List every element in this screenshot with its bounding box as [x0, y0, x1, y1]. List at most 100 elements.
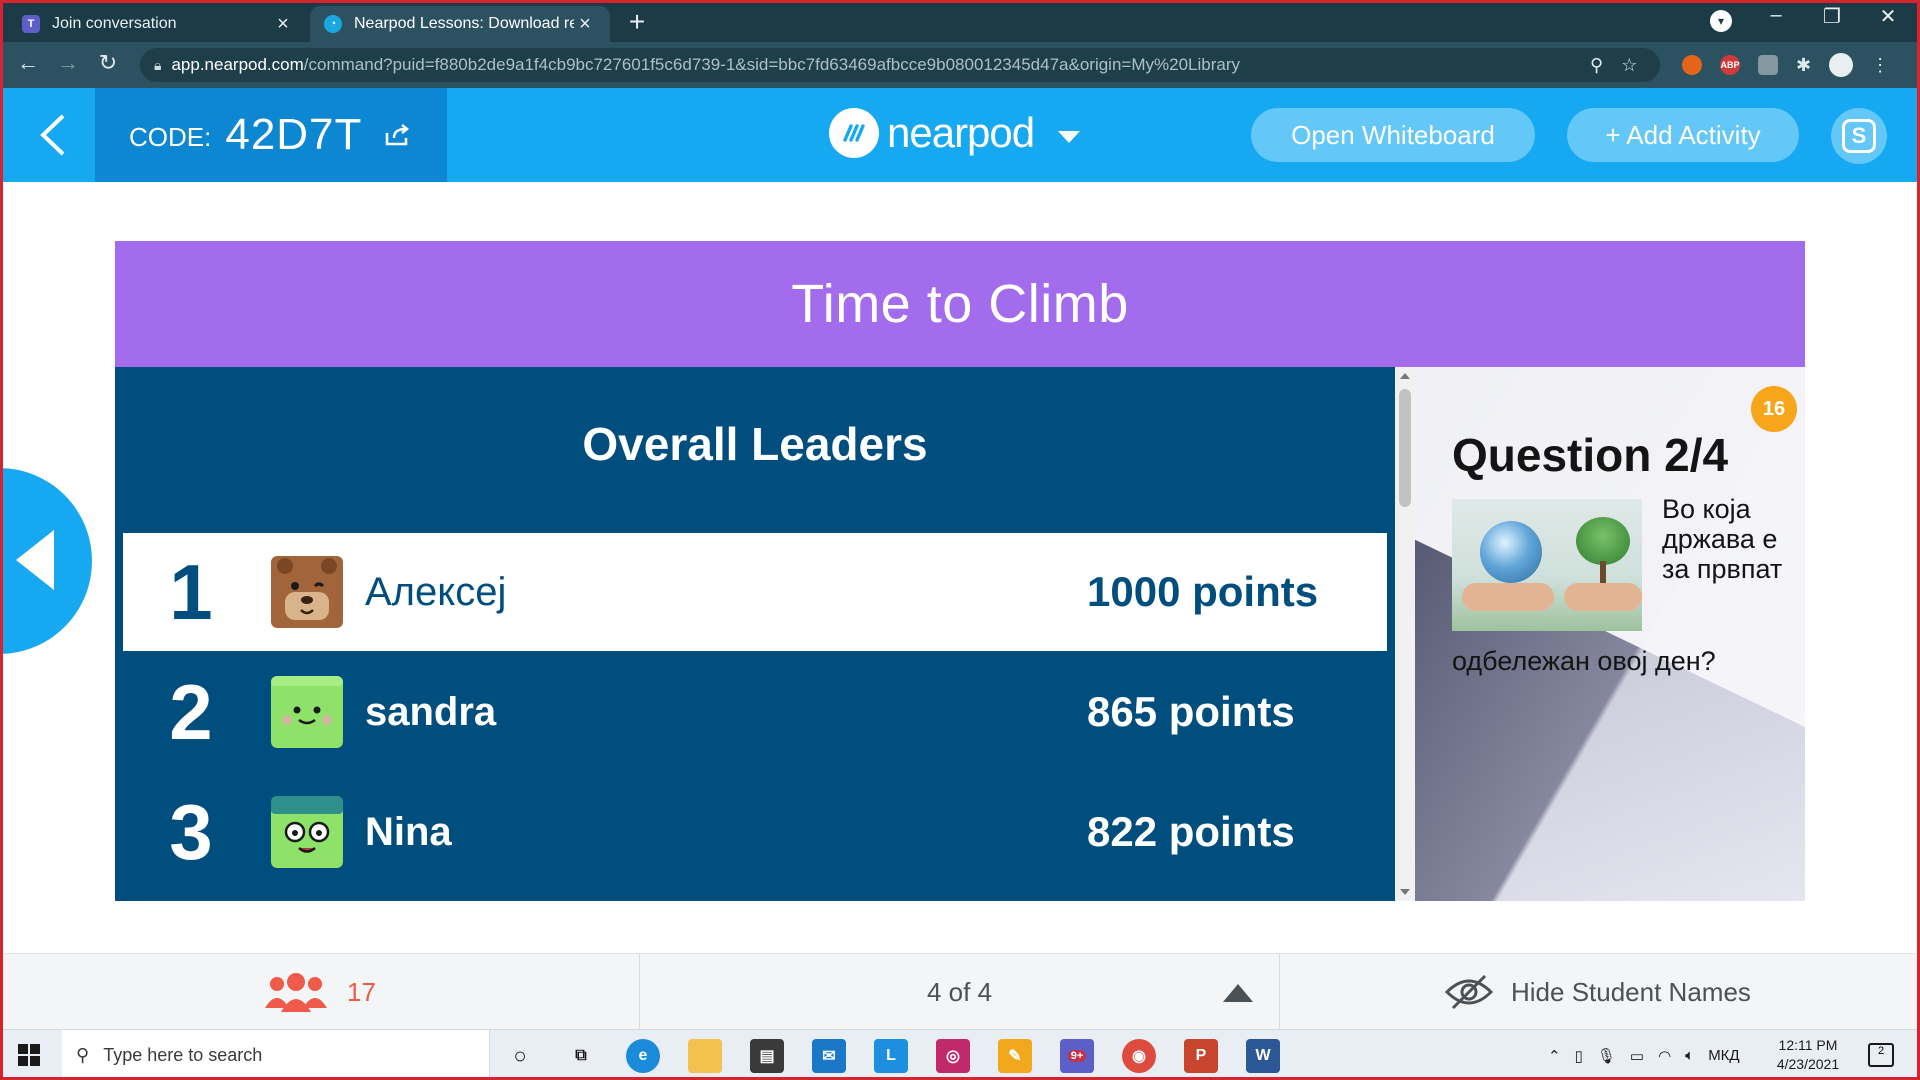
- device-icon[interactable]: ▯: [1575, 1047, 1583, 1065]
- cortana-icon[interactable]: ○: [503, 1039, 537, 1073]
- chevron-down-icon[interactable]: [1058, 131, 1081, 143]
- extensions-puzzle-icon[interactable]: ✱: [1796, 55, 1811, 76]
- tab-search-icon[interactable]: ▾: [1710, 10, 1732, 32]
- address-bar-row: ← → ↻ 🔒︎ app.nearpod.com /command?puid=f…: [0, 42, 1920, 88]
- lock-icon: 🔒︎: [154, 56, 162, 73]
- paint-app-icon[interactable]: ✎: [998, 1039, 1032, 1073]
- zoom-icon[interactable]: ⚲: [1590, 55, 1603, 76]
- hide-student-names-button[interactable]: Hide Student Names: [1445, 954, 1751, 1030]
- menu-kebab-icon[interactable]: ⋮: [1871, 55, 1889, 76]
- chevron-up-icon[interactable]: ⌃: [1548, 1047, 1561, 1065]
- word-icon[interactable]: W: [1246, 1039, 1280, 1080]
- maximize-button[interactable]: ❐: [1812, 4, 1852, 29]
- close-window-button[interactable]: ✕: [1868, 4, 1908, 29]
- nearpod-logo-icon: [829, 108, 879, 158]
- code-value: 42D7T: [225, 110, 363, 159]
- url-field[interactable]: 🔒︎ app.nearpod.com /command?puid=f880b2d…: [140, 48, 1660, 82]
- windows-start-icon[interactable]: [18, 1044, 40, 1066]
- student-count: 17: [347, 976, 376, 1007]
- adblock-icon[interactable]: ABP: [1720, 55, 1740, 75]
- bookmark-star-icon[interactable]: ☆: [1621, 55, 1637, 76]
- mail-icon[interactable]: ✉: [812, 1039, 846, 1073]
- tab-join-conversation[interactable]: T Join conversation ×: [8, 6, 308, 42]
- powerpoint-icon[interactable]: P: [1184, 1039, 1218, 1080]
- code-label: CODE:: [129, 121, 212, 152]
- tab-title: Nearpod Lessons: Download rea: [354, 15, 574, 32]
- clock-time: 12:11 PM: [1778, 1037, 1838, 1053]
- nearpod-logo[interactable]: nearpod: [829, 108, 1081, 158]
- back-arrow-icon[interactable]: ←: [14, 50, 42, 76]
- play-left-icon: [16, 530, 54, 590]
- leader-points: 865 points: [1087, 688, 1295, 735]
- avatar-initial: S: [1842, 119, 1876, 153]
- clock-date: 4/23/2021: [1776, 1056, 1840, 1072]
- chrome-icon[interactable]: ◉: [1122, 1039, 1156, 1080]
- extension-icon[interactable]: [1758, 55, 1778, 75]
- question-text: Во која држава е за првпат: [1662, 494, 1783, 584]
- language-indicator[interactable]: МКД: [1708, 1047, 1739, 1064]
- question-number: Question 2/4: [1452, 429, 1729, 481]
- search-placeholder: Type here to search: [103, 1045, 263, 1065]
- browser-tab-strip: T Join conversation × ◔ Nearpod Lessons:…: [0, 0, 1920, 42]
- activity-title: Time to Climb: [115, 241, 1805, 367]
- microphone-icon[interactable]: 🎙︎: [1597, 1047, 1616, 1065]
- forward-arrow-icon[interactable]: →: [54, 50, 82, 76]
- scrollbar-thumb[interactable]: [1399, 389, 1411, 507]
- url-host: app.nearpod.com: [171, 55, 304, 74]
- page-indicator: 4 of 4: [927, 976, 993, 1007]
- teacher-avatar[interactable]: S: [1831, 108, 1887, 164]
- close-tab-icon[interactable]: ×: [574, 13, 596, 36]
- system-tray: ⌃ ▯ 🎙︎ ▭ ◠ 🔈︎ МКД: [1548, 1030, 1740, 1080]
- battery-icon[interactable]: ▭: [1630, 1047, 1644, 1065]
- l-app-icon[interactable]: L: [874, 1039, 908, 1073]
- close-tab-icon[interactable]: ×: [272, 13, 294, 36]
- task-view-icon[interactable]: ⧉: [564, 1039, 598, 1073]
- open-whiteboard-button[interactable]: Open Whiteboard: [1251, 108, 1535, 162]
- tree-icon: [1576, 517, 1630, 565]
- store-icon[interactable]: ▤: [750, 1039, 784, 1073]
- nearpod-header: CODE: 42D7T nearpod Open Whiteboard + Ad…: [3, 88, 1917, 182]
- teams-taskbar-icon[interactable]: 9+: [1060, 1039, 1094, 1080]
- minimize-button[interactable]: –: [1756, 4, 1796, 27]
- teams-icon: T: [22, 15, 40, 33]
- chevron-up-icon[interactable]: [1223, 984, 1253, 1002]
- timer-badge: 16: [1751, 386, 1797, 432]
- notification-count: 2: [1877, 1045, 1885, 1057]
- tab-nearpod-lessons[interactable]: ◔ Nearpod Lessons: Download rea ×: [310, 6, 610, 42]
- screen-recorder-icon[interactable]: ◎: [936, 1039, 970, 1073]
- share-icon[interactable]: [384, 123, 412, 147]
- new-tab-button[interactable]: +: [622, 6, 652, 38]
- join-code-box[interactable]: CODE: 42D7T: [95, 88, 447, 182]
- students-count-button[interactable]: 17: [265, 954, 376, 1030]
- taskbar-search-field[interactable]: ⚲ Type here to search: [62, 1030, 490, 1080]
- file-explorer-icon[interactable]: [688, 1039, 722, 1080]
- footer-divider: [639, 954, 640, 1030]
- scroll-up-icon[interactable]: [1400, 373, 1410, 379]
- clock[interactable]: 12:11 PM 4/23/2021: [1762, 1036, 1854, 1074]
- leaderboard-scrollbar[interactable]: [1395, 367, 1415, 901]
- extension-icon[interactable]: [1682, 55, 1702, 75]
- volume-icon[interactable]: 🔈︎: [1685, 1047, 1694, 1064]
- reload-icon[interactable]: ↻: [94, 50, 122, 76]
- search-icon: ⚲: [76, 1045, 90, 1065]
- profile-avatar[interactable]: [1829, 53, 1854, 77]
- wifi-icon[interactable]: ◠: [1658, 1047, 1671, 1065]
- question-image: [1452, 499, 1642, 631]
- slide-pager[interactable]: 4 of 4: [927, 954, 992, 1030]
- previous-slide-button[interactable]: [0, 468, 92, 654]
- url-path: /command?puid=f880b2de9a1f4cb9bc727601f5…: [303, 55, 1240, 74]
- globe-icon: [1480, 521, 1542, 583]
- tree-trunk: [1600, 561, 1606, 583]
- leader-name: Nina: [365, 809, 452, 854]
- leader-name: sandra: [365, 689, 497, 734]
- notifications-icon[interactable]: 2: [1868, 1043, 1894, 1067]
- bear-avatar: [271, 556, 343, 628]
- chevron-left-icon[interactable]: [33, 110, 73, 160]
- leader-row: 3 Nina 822 points: [123, 773, 1387, 891]
- add-activity-button[interactable]: + Add Activity: [1567, 108, 1799, 162]
- eye-slash-icon: [1445, 974, 1493, 1010]
- hands-icon: [1564, 583, 1642, 611]
- edge-icon[interactable]: e: [626, 1039, 660, 1073]
- hide-names-label: Hide Student Names: [1511, 976, 1751, 1007]
- scroll-down-icon[interactable]: [1400, 889, 1410, 895]
